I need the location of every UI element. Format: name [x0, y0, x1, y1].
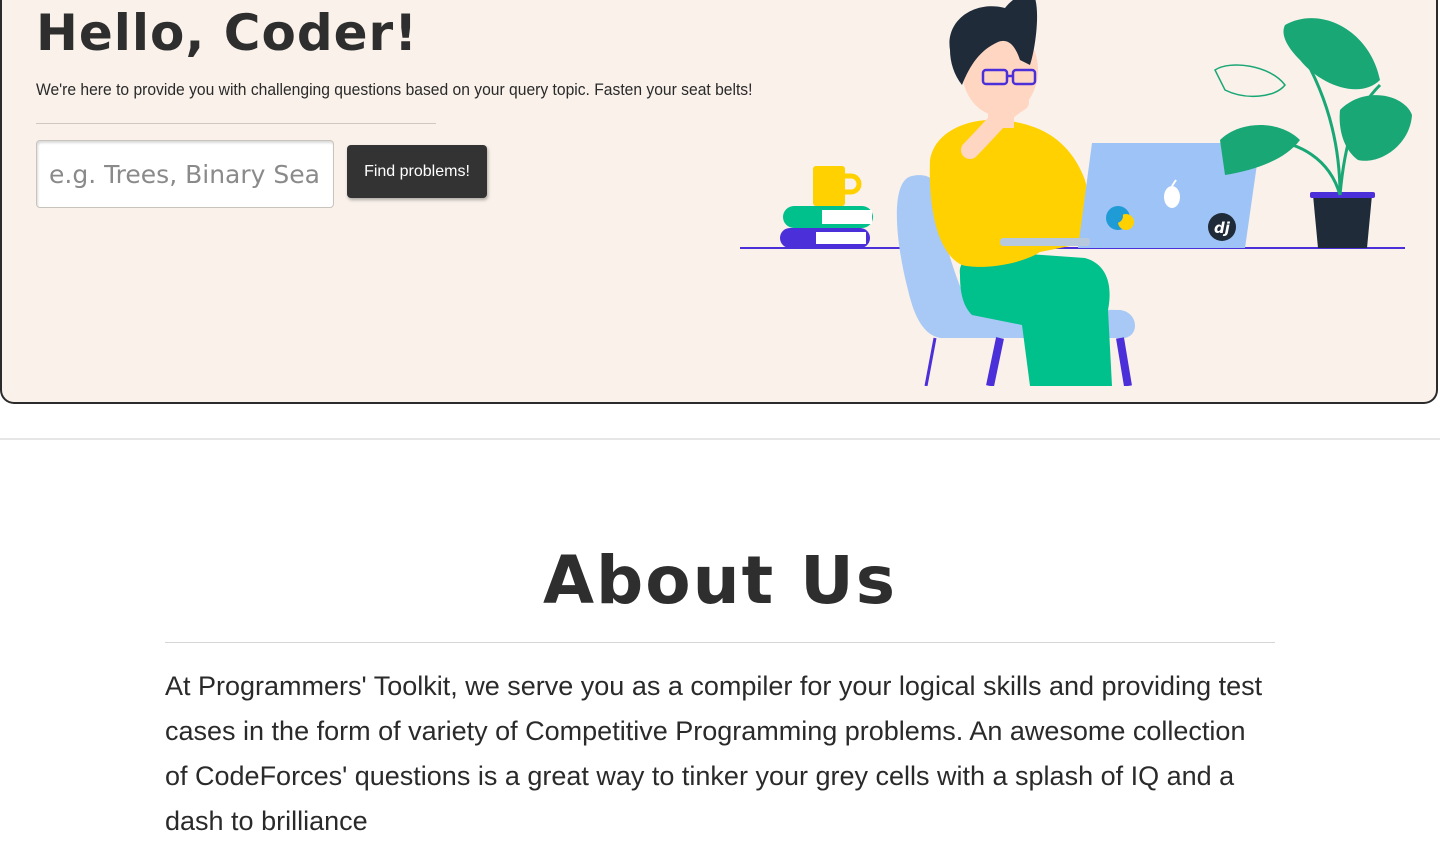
section-divider [0, 438, 1440, 440]
django-badge-text: dj [1214, 219, 1231, 237]
about-divider [165, 642, 1275, 643]
find-problems-button[interactable]: Find problems! [347, 145, 487, 198]
topic-search-input[interactable] [36, 140, 334, 208]
about-description: At Programmers' Toolkit, we serve you as… [165, 671, 1263, 836]
mug-icon [813, 166, 862, 206]
hero-divider [36, 123, 436, 124]
django-logo-icon: dj [1208, 213, 1236, 241]
about-title: About Us [542, 542, 898, 619]
coder-illustration: dj [740, 0, 1412, 386]
hero-subtitle: We're here to provide you with challengi… [36, 80, 753, 99]
books-icon [780, 206, 873, 248]
hero-banner: Hello, Coder! We're here to provide you … [0, 0, 1438, 404]
hero-title: Hello, Coder! [36, 4, 418, 62]
